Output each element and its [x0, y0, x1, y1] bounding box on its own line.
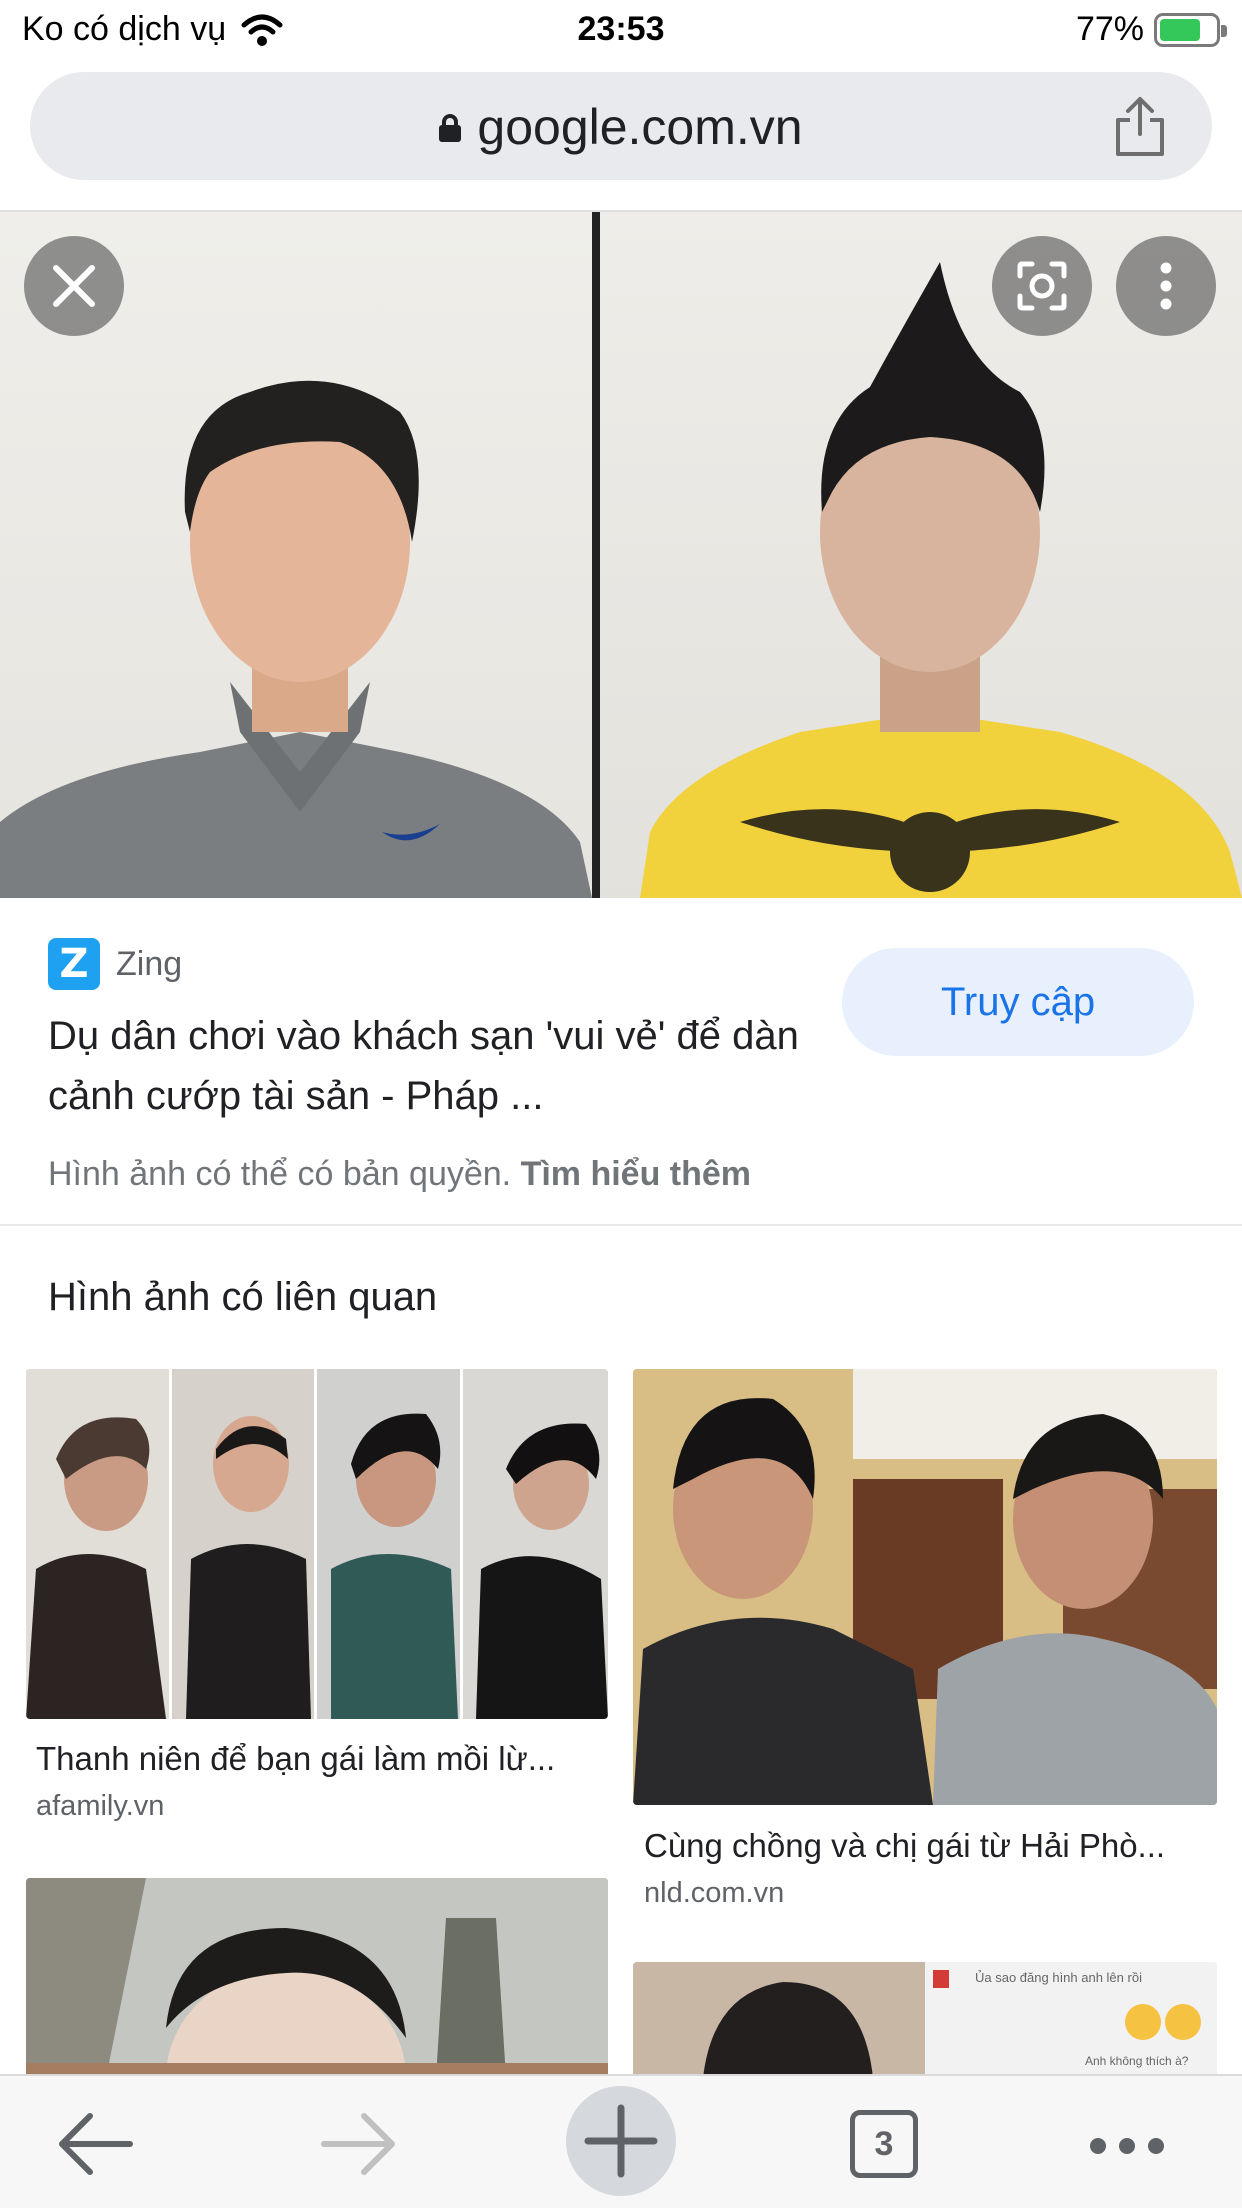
- url-display[interactable]: google.com.vn: [30, 98, 1212, 156]
- lens-button[interactable]: [992, 236, 1092, 336]
- chat-line-1: Ủa sao đăng hình anh lên rồi: [975, 1970, 1142, 1985]
- visit-button[interactable]: Truy cập: [842, 948, 1194, 1056]
- lock-icon: [439, 114, 462, 142]
- related-caption-1[interactable]: Thanh niên để bạn gái làm mồi lừ...: [36, 1740, 555, 1778]
- copyright-text: Hình ảnh có thể có bản quyền.: [48, 1155, 512, 1193]
- plus-icon: [584, 2104, 658, 2178]
- battery-percent: 77%: [1075, 10, 1144, 48]
- url-text[interactable]: google.com.vn: [477, 99, 802, 155]
- share-icon[interactable]: [1110, 94, 1170, 158]
- main-image[interactable]: [0, 212, 1242, 898]
- back-arrow-icon: [59, 2113, 133, 2175]
- more-vert-icon: [1160, 262, 1172, 310]
- source-name[interactable]: Zing: [116, 945, 182, 984]
- learn-more-link[interactable]: Tìm hiểu thêm: [521, 1155, 751, 1193]
- related-source-1[interactable]: afamily.vn: [36, 1790, 164, 1823]
- menu-button[interactable]: [1072, 2094, 1182, 2194]
- lens-icon: [1017, 261, 1067, 311]
- status-right: 77%: [1075, 10, 1227, 49]
- chat-line-2: Anh không thích à?: [1085, 2054, 1189, 2068]
- close-button[interactable]: [24, 236, 124, 336]
- forward-arrow-icon: [321, 2113, 395, 2175]
- status-bar: Ko có dịch vụ 23:53 77%: [0, 0, 1242, 64]
- clock: 23:53: [577, 10, 665, 48]
- more-horiz-icon: [1090, 2138, 1164, 2154]
- related-image-3: [26, 1878, 608, 2078]
- zing-logo: Z: [48, 938, 100, 990]
- result-title[interactable]: Dụ dân chơi vào khách sạn 'vui vẻ' để dà…: [48, 1006, 848, 1126]
- battery-fill: [1160, 18, 1201, 41]
- related-thumb-2[interactable]: [633, 1369, 1217, 1805]
- new-tab-button[interactable]: [566, 2086, 676, 2196]
- section-divider: [0, 1224, 1242, 1226]
- related-source-2[interactable]: nld.com.vn: [644, 1877, 784, 1910]
- related-thumb-1[interactable]: [26, 1369, 608, 1719]
- tabs-button[interactable]: 3: [830, 2094, 940, 2194]
- copyright-notice: Hình ảnh có thể có bản quyền. Tìm hiểu t…: [48, 1155, 751, 1194]
- bottom-toolbar: 3: [0, 2074, 1242, 2208]
- related-thumb-3[interactable]: [26, 1878, 608, 2078]
- url-bar[interactable]: google.com.vn: [30, 72, 1212, 180]
- source-row[interactable]: Z Zing: [48, 938, 182, 990]
- tab-count: 3: [850, 2110, 918, 2178]
- battery-nub: [1221, 24, 1227, 37]
- related-thumb-4[interactable]: Ủa sao đăng hình anh lên rồi Anh không t…: [633, 1962, 1217, 2078]
- forward-button[interactable]: [302, 2094, 412, 2194]
- battery-icon: [1154, 12, 1227, 47]
- back-button[interactable]: [42, 2094, 152, 2194]
- related-image-2: [633, 1369, 1217, 1805]
- related-image-1: [26, 1369, 608, 1719]
- close-icon: [53, 265, 95, 307]
- related-heading: Hình ảnh có liên quan: [48, 1275, 438, 1319]
- related-caption-2[interactable]: Cùng chồng và chị gái từ Hải Phò...: [644, 1827, 1165, 1865]
- photo-divider: [592, 212, 600, 898]
- more-options-button[interactable]: [1116, 236, 1216, 336]
